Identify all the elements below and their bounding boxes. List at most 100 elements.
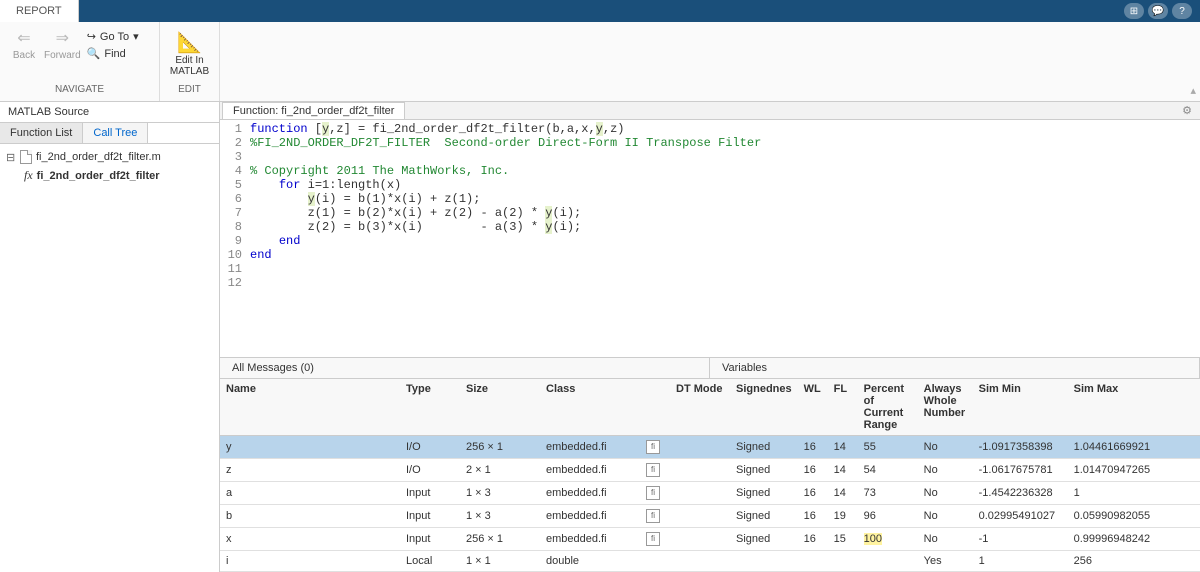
col-percent[interactable]: Percent of Current Range — [858, 379, 918, 436]
code-line[interactable]: 2%FI_2ND_ORDER_DF2T_FILTER Second-order … — [220, 136, 1200, 150]
code-line[interactable]: 11 — [220, 262, 1200, 276]
function-tab[interactable]: Function: fi_2nd_order_df2t_filter — [222, 102, 405, 119]
dt-icon[interactable]: fi — [646, 509, 660, 523]
line-text: % Copyright 2011 The MathWorks, Inc. — [250, 164, 509, 178]
col-class[interactable]: Class — [540, 379, 640, 436]
line-text: end — [250, 248, 272, 262]
code-line[interactable]: 7 z(1) = b(2)*x(i) + z(2) - a(2) * y(i); — [220, 206, 1200, 220]
tab-all-messages[interactable]: All Messages (0) — [220, 358, 710, 378]
table-cell — [670, 436, 730, 459]
table-cell: Signed — [730, 505, 798, 528]
line-text: z(1) = b(2)*x(i) + z(2) - a(2) * y(i); — [250, 206, 581, 220]
table-cell: 54 — [858, 459, 918, 482]
find-button[interactable]: 🔍 Find — [87, 47, 139, 60]
table-cell: fi — [640, 482, 670, 505]
line-number: 1 — [220, 122, 250, 136]
mfile-icon — [20, 150, 32, 164]
col-fl[interactable]: FL — [828, 379, 858, 436]
tree-file[interactable]: ⊟ fi_2nd_order_df2t_filter.m — [4, 148, 215, 166]
table-cell: No — [918, 528, 973, 551]
dt-icon[interactable]: fi — [646, 532, 660, 546]
table-cell: Signed — [730, 528, 798, 551]
code-line[interactable]: 9 end — [220, 234, 1200, 248]
table-cell: 0.02995491027 — [973, 505, 1068, 528]
variables-table: Name Type Size Class DT Mode Signednes W… — [220, 379, 1200, 572]
table-cell: 1.01470947265 — [1068, 459, 1200, 482]
col-dticon[interactable] — [640, 379, 670, 436]
table-cell — [670, 482, 730, 505]
table-cell: Input — [400, 528, 460, 551]
gear-icon[interactable]: ⚙ — [1182, 104, 1200, 117]
table-row[interactable]: zI/O2 × 1embedded.fifiSigned161454No-1.0… — [220, 459, 1200, 482]
code-line[interactable]: 6 y(i) = b(1)*x(i) + z(1); — [220, 192, 1200, 206]
goto-button[interactable]: ↪ Go To ▾ — [87, 30, 139, 43]
table-row[interactable]: bInput1 × 3embedded.fifiSigned161996No0.… — [220, 505, 1200, 528]
code-line[interactable]: 1function [y,z] = fi_2nd_order_df2t_filt… — [220, 122, 1200, 136]
line-number: 11 — [220, 262, 250, 276]
line-number: 6 — [220, 192, 250, 206]
line-text: y(i) = b(1)*x(i) + z(1); — [250, 192, 480, 206]
grid-icon[interactable]: ⊞ — [1124, 3, 1144, 19]
line-number: 8 — [220, 220, 250, 234]
col-type[interactable]: Type — [400, 379, 460, 436]
collapse-icon[interactable]: ⊟ — [6, 151, 16, 164]
help-icon[interactable]: ? — [1172, 3, 1192, 19]
code-line[interactable]: 12 — [220, 276, 1200, 290]
tab-variables[interactable]: Variables — [710, 358, 1200, 378]
tab-report[interactable]: REPORT — [0, 0, 79, 22]
col-wl[interactable]: WL — [798, 379, 828, 436]
dt-icon[interactable]: fi — [646, 463, 660, 477]
line-number: 4 — [220, 164, 250, 178]
code-editor[interactable]: 1function [y,z] = fi_2nd_order_df2t_filt… — [220, 120, 1200, 357]
col-size[interactable]: Size — [460, 379, 540, 436]
dt-icon[interactable]: fi — [646, 440, 660, 454]
code-line[interactable]: 4% Copyright 2011 The MathWorks, Inc. — [220, 164, 1200, 178]
tab-function-list[interactable]: Function List — [0, 123, 83, 143]
col-simmin[interactable]: Sim Min — [973, 379, 1068, 436]
table-cell: 19 — [828, 505, 858, 528]
table-cell: 16 — [798, 459, 828, 482]
table-cell — [730, 551, 798, 572]
forward-label: Forward — [44, 50, 81, 61]
table-cell — [670, 505, 730, 528]
forward-button[interactable]: ⇒ — [48, 26, 76, 50]
table-cell: Signed — [730, 482, 798, 505]
bottom-section: All Messages (0) Variables Name Type Siz… — [220, 357, 1200, 572]
bubble-icon[interactable]: 💬 — [1148, 3, 1168, 19]
line-text: end — [250, 234, 300, 248]
code-line[interactable]: 5 for i=1:length(x) — [220, 178, 1200, 192]
code-line[interactable]: 8 z(2) = b(3)*x(i) - a(3) * y(i); — [220, 220, 1200, 234]
tab-call-tree[interactable]: Call Tree — [83, 123, 148, 143]
table-row[interactable]: aInput1 × 3embedded.fifiSigned161473No-1… — [220, 482, 1200, 505]
code-line[interactable]: 10end — [220, 248, 1200, 262]
line-text: for i=1:length(x) — [250, 178, 401, 192]
dt-icon[interactable]: fi — [646, 486, 660, 500]
table-cell: 14 — [828, 482, 858, 505]
col-signed[interactable]: Signednes — [730, 379, 798, 436]
table-cell: Local — [400, 551, 460, 572]
table-row[interactable]: xInput256 × 1embedded.fifiSigned1615100N… — [220, 528, 1200, 551]
table-row[interactable]: iLocal1 × 1doubleYes1256 — [220, 551, 1200, 572]
table-cell: embedded.fi — [540, 505, 640, 528]
table-cell: fi — [640, 459, 670, 482]
tree-function[interactable]: fx fi_2nd_order_df2t_filter — [4, 166, 215, 185]
table-cell: 1 × 3 — [460, 482, 540, 505]
pane-title-matlab-source: MATLAB Source — [0, 102, 219, 123]
table-cell: I/O — [400, 459, 460, 482]
code-line[interactable]: 3 — [220, 150, 1200, 164]
col-name[interactable]: Name — [220, 379, 400, 436]
edit-in-matlab-button[interactable]: 📐 Edit In MATLAB — [170, 26, 209, 77]
table-row[interactable]: yI/O256 × 1embedded.fifiSigned161455No-1… — [220, 436, 1200, 459]
table-cell: 16 — [798, 505, 828, 528]
line-number: 10 — [220, 248, 250, 262]
ribbon-group-navigate: NAVIGATE — [10, 82, 149, 97]
col-simmax[interactable]: Sim Max — [1068, 379, 1200, 436]
back-button[interactable]: ⇐ — [10, 26, 38, 50]
col-whole[interactable]: Always Whole Number — [918, 379, 973, 436]
collapse-ribbon-icon[interactable]: ▴ — [1190, 84, 1196, 97]
left-pane: MATLAB Source Function List Call Tree ⊟ … — [0, 102, 220, 572]
table-cell: 55 — [858, 436, 918, 459]
table-cell: embedded.fi — [540, 459, 640, 482]
table-cell — [640, 551, 670, 572]
col-dtmode[interactable]: DT Mode — [670, 379, 730, 436]
